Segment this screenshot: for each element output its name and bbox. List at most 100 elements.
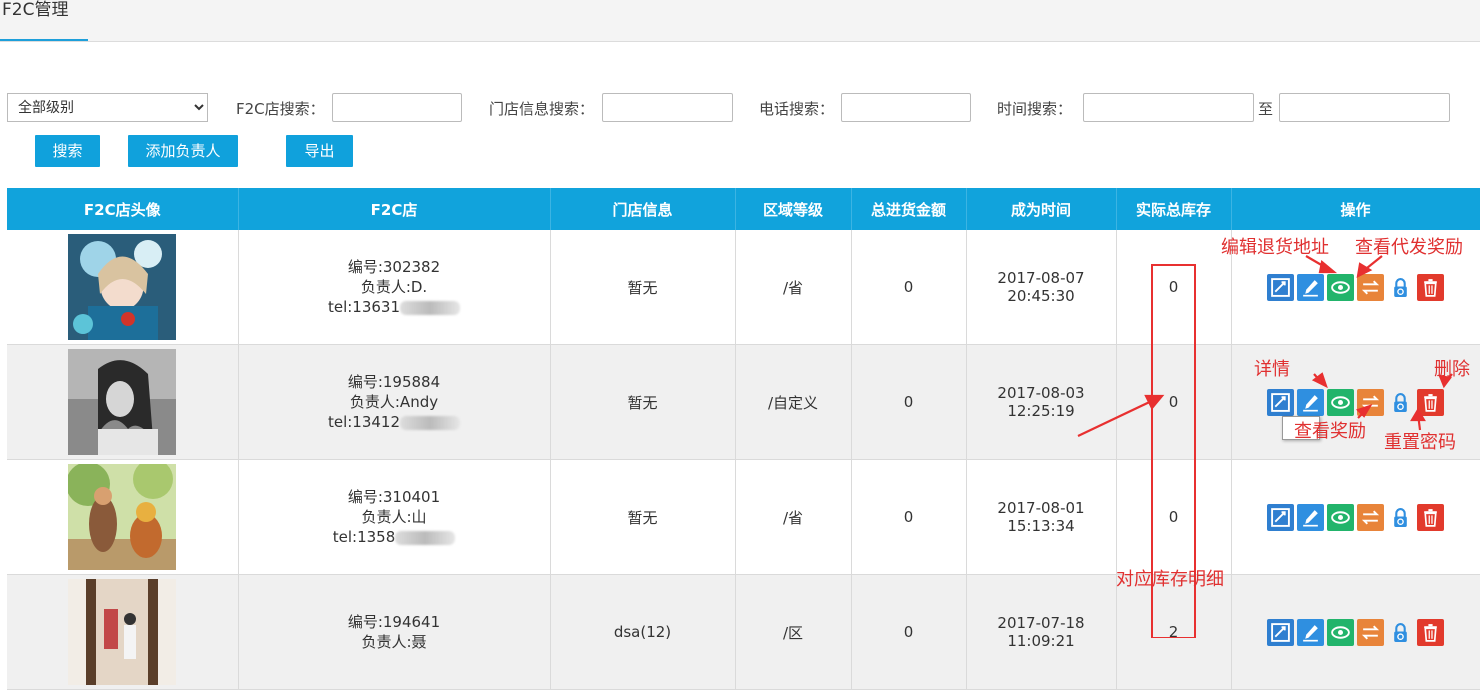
col-total-purchase: 总进货金额 [851, 188, 967, 230]
delete-icon[interactable] [1417, 388, 1444, 416]
row-operations [1233, 618, 1479, 646]
store-person: 负责人:D. [360, 278, 428, 296]
join-time: 20:45:30 [1007, 287, 1075, 305]
stock-link[interactable]: 2 [1116, 574, 1232, 690]
total-purchase-cell: 0 [851, 459, 967, 575]
redaction-blur [395, 530, 456, 545]
join-time: 12:25:19 [1007, 402, 1075, 420]
store-tel: tel:1358 [332, 528, 396, 546]
edit-address-icon[interactable] [1297, 273, 1324, 301]
region-cell: /自定义 [735, 344, 852, 460]
phone-search-input[interactable] [841, 93, 971, 122]
reset-password-icon[interactable] [1387, 504, 1414, 531]
detail-icon[interactable] [1267, 618, 1294, 646]
view-reward-icon[interactable] [1327, 618, 1354, 646]
reset-password-icon[interactable] [1387, 619, 1414, 646]
total-purchase-cell: 0 [851, 344, 967, 460]
stock-link[interactable]: 0 [1116, 459, 1232, 575]
store-info-cell: 暂无 [550, 344, 736, 460]
store-info-search-label: 门店信息搜索： [489, 100, 595, 118]
f2c-store-table: F2C店头像 F2C店 门店信息 区域等级 总进货金额 成为时间 实际总库存 操… [7, 188, 1480, 690]
time-search-label: 时间搜索： [997, 100, 1073, 118]
store-id: 编号:194641 [347, 613, 441, 631]
col-f2c-store: F2C店 [238, 188, 551, 230]
delete-icon[interactable] [1417, 503, 1444, 531]
row-operations [1233, 273, 1479, 301]
top-tab-bar: F2C管理 [0, 0, 1480, 42]
store-avatar [68, 349, 177, 455]
view-proxy-reward-icon[interactable] [1357, 273, 1384, 301]
store-id: 编号:302382 [347, 258, 441, 276]
view-reward-icon[interactable] [1327, 273, 1354, 301]
view-proxy-reward-icon[interactable] [1357, 503, 1384, 531]
store-tel: tel:13631 [327, 298, 401, 316]
store-id: 编号:195884 [347, 373, 441, 391]
detail-icon[interactable] [1267, 273, 1294, 301]
f2c-search-label: F2C店搜索： [236, 100, 325, 118]
store-info-cell: dsa(12) [550, 574, 736, 690]
annotation-reset-password: 重置密码 [1384, 432, 1456, 453]
edit-address-icon[interactable] [1297, 388, 1324, 416]
col-actual-stock: 实际总库存 [1116, 188, 1232, 230]
f2c-search-input[interactable] [332, 93, 462, 122]
row-operations [1233, 388, 1479, 416]
export-button[interactable]: 导出 [286, 135, 353, 167]
store-avatar [68, 579, 177, 685]
col-region-level: 区域等级 [735, 188, 852, 230]
phone-search-label: 电话搜索： [759, 100, 835, 118]
total-purchase-cell: 0 [851, 230, 967, 345]
edit-address-icon[interactable] [1297, 618, 1324, 646]
detail-icon[interactable] [1267, 388, 1294, 416]
table-row: 编号:310401 负责人:山 tel:1358 暂无 /省 0 2017-08… [7, 459, 1480, 575]
tab-f2c-management[interactable]: F2C管理 [0, 0, 89, 41]
delete-icon[interactable] [1417, 618, 1444, 646]
join-date: 2017-08-07 [997, 269, 1085, 287]
detail-icon[interactable] [1267, 503, 1294, 531]
store-tel: tel:13412 [327, 413, 401, 431]
redaction-blur [400, 415, 461, 430]
store-info-search-input[interactable] [602, 93, 733, 122]
region-cell: /区 [735, 574, 852, 690]
view-proxy-reward-icon[interactable] [1357, 618, 1384, 646]
table-row: 编号:194641 负责人:聂 dsa(12) /区 0 2017-07-18 1… [7, 574, 1480, 690]
annotation-details: 详情 [1254, 359, 1290, 380]
stock-link[interactable]: 0 [1116, 230, 1232, 345]
store-info-cell: 暂无 [550, 459, 736, 575]
store-id: 编号:310401 [347, 488, 441, 506]
view-reward-icon[interactable] [1327, 388, 1354, 416]
view-reward-icon[interactable] [1327, 503, 1354, 531]
store-info-cell: 暂无 [550, 230, 736, 345]
annotation-view-reward: 查看奖励 [1294, 421, 1366, 442]
time-end-input[interactable] [1279, 93, 1450, 122]
reset-password-icon[interactable] [1387, 274, 1414, 301]
annotation-stock-detail: 对应库存明细 [1116, 569, 1224, 590]
store-person: 负责人:山 [361, 508, 427, 526]
delete-icon[interactable] [1417, 273, 1444, 301]
search-button[interactable]: 搜索 [35, 135, 100, 167]
view-proxy-reward-icon[interactable] [1357, 388, 1384, 416]
store-person: 负责人:聂 [361, 633, 427, 651]
time-start-input[interactable] [1083, 93, 1254, 122]
store-avatar [68, 464, 177, 570]
col-operations: 操作 [1231, 188, 1480, 230]
annotation-delete: 删除 [1434, 359, 1470, 380]
row-operations [1233, 503, 1479, 531]
edit-address-icon[interactable] [1297, 503, 1324, 531]
add-person-button[interactable]: 添加负责人 [128, 135, 238, 167]
table-header-row: F2C店头像 F2C店 门店信息 区域等级 总进货金额 成为时间 实际总库存 操… [7, 188, 1480, 230]
join-date: 2017-08-03 [997, 384, 1085, 402]
time-to-label: 至 [1258, 100, 1274, 118]
stock-link[interactable]: 0 [1116, 344, 1232, 460]
join-date: 2017-07-18 [997, 614, 1085, 632]
join-date: 2017-08-01 [997, 499, 1085, 517]
store-avatar [68, 234, 177, 340]
region-cell: /省 [735, 459, 852, 575]
redaction-blur [400, 300, 461, 315]
annotation-edit-return-address: 编辑退货地址 [1221, 237, 1329, 258]
join-time: 11:09:21 [1007, 632, 1075, 650]
reset-password-icon[interactable] [1387, 389, 1414, 416]
col-join-time: 成为时间 [966, 188, 1117, 230]
level-select[interactable]: 全部级别 [7, 93, 208, 122]
col-store-info: 门店信息 [550, 188, 736, 230]
annotation-view-proxy-reward: 查看代发奖励 [1355, 237, 1463, 258]
